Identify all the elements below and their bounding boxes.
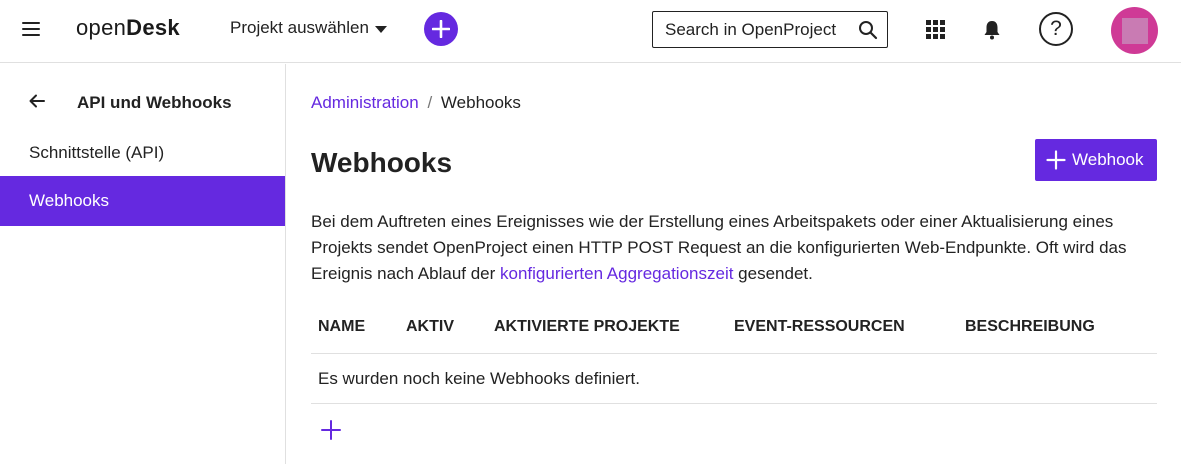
search-placeholder: Search in OpenProject [665, 19, 837, 39]
caret-down-icon [374, 25, 387, 33]
avatar-image [1121, 17, 1148, 44]
plus-icon [1046, 150, 1066, 170]
aggregation-time-link[interactable]: konfigurierten Aggregationszeit [500, 264, 733, 283]
webhooks-description: Bei dem Auftreten eines Ereignisses wie … [311, 209, 1161, 287]
search-icon[interactable] [858, 20, 878, 40]
column-header-active[interactable]: AKTIV [406, 318, 454, 336]
breadcrumb-current: Webhooks [440, 93, 521, 112]
breadcrumb-separator: / [427, 93, 433, 112]
sidebar-item-label: Webhooks [29, 191, 110, 210]
app-grid-icon[interactable] [926, 20, 945, 39]
page-title: Webhooks [311, 147, 453, 178]
column-header-event-resources[interactable]: EVENT-RESSOURCEN [734, 318, 905, 336]
column-header-projects[interactable]: AKTIVIERTE PROJEKTE [494, 318, 680, 336]
create-plus-button[interactable] [424, 12, 458, 46]
help-icon[interactable]: ? [1039, 12, 1073, 46]
bell-icon[interactable] [982, 19, 1002, 41]
add-row-plus-icon[interactable] [320, 419, 342, 441]
opendesk-logo[interactable]: openDesk [76, 15, 180, 41]
plus-icon [432, 20, 450, 38]
sidebar-title: API und Webhooks [77, 93, 232, 112]
breadcrumb-administration-link[interactable]: Administration [311, 93, 419, 112]
back-arrow-icon[interactable] [28, 93, 46, 109]
sidebar-header: API und Webhooks [0, 88, 285, 118]
add-webhook-label: Webhook [1072, 150, 1144, 169]
column-header-name[interactable]: NAME [318, 318, 365, 336]
sidebar: API und Webhooks Schnittstelle (API) Web… [0, 64, 286, 464]
top-header: openDesk Projekt auswählen Search in Ope… [0, 0, 1181, 63]
breadcrumb: Administration / Webhooks [311, 93, 521, 113]
sidebar-item-label: Schnittstelle (API) [29, 143, 165, 162]
empty-message: Es wurden noch keine Webhooks definiert. [318, 369, 640, 388]
hamburger-icon[interactable] [22, 22, 40, 40]
search-input[interactable]: Search in OpenProject [652, 11, 888, 48]
description-text-after: gesendet. [733, 264, 813, 283]
user-avatar[interactable] [1111, 7, 1158, 54]
column-header-description[interactable]: BESCHREIBUNG [965, 318, 1095, 336]
add-webhook-button[interactable]: Webhook [1035, 139, 1157, 181]
table-empty-row: Es wurden noch keine Webhooks definiert. [311, 355, 1157, 404]
sidebar-item-api[interactable]: Schnittstelle (API) [0, 128, 285, 178]
sidebar-item-webhooks[interactable]: Webhooks [0, 176, 285, 226]
project-select-dropdown[interactable]: Projekt auswählen [230, 18, 387, 38]
webhooks-table-header: NAME AKTIV AKTIVIERTE PROJEKTE EVENT-RES… [311, 302, 1157, 354]
project-select-label: Projekt auswählen [230, 18, 369, 37]
